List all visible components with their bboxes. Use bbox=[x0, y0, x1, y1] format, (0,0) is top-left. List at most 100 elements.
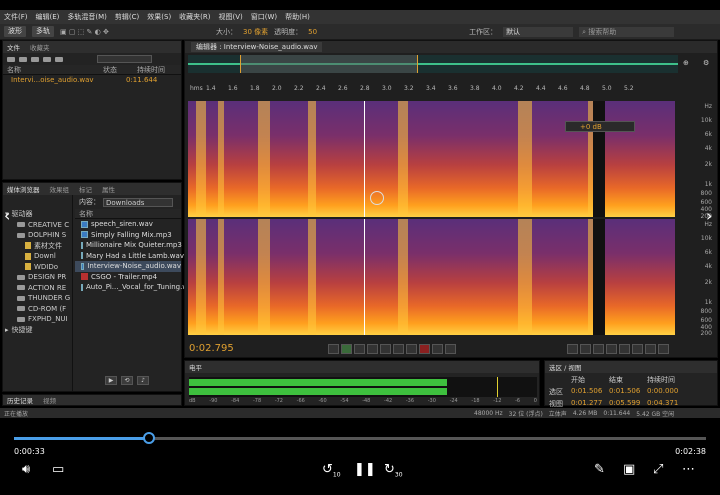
file-row[interactable]: Intervi...oise_audio.wav 0:11.644 bbox=[3, 75, 181, 86]
autoplay-icon[interactable]: ♪ bbox=[137, 376, 149, 385]
forward-end-button[interactable] bbox=[406, 344, 417, 354]
tab-properties[interactable]: 属性 bbox=[102, 184, 115, 194]
list-item-selected[interactable]: Interview-Noise_audio.wav bbox=[75, 261, 181, 272]
tree-item[interactable]: DOLPHIN S bbox=[3, 230, 72, 241]
overview-bar[interactable] bbox=[188, 55, 678, 73]
tree-drives[interactable]: ▾ 驱动器 bbox=[3, 209, 72, 220]
forward-icon[interactable]: ↻30 bbox=[384, 462, 403, 479]
spectral-display-right[interactable] bbox=[188, 219, 675, 335]
time-ruler[interactable]: hms 1.4 1.6 1.8 2.0 2.2 2.4 2.6 2.8 3.0 … bbox=[188, 85, 678, 95]
loop-button[interactable] bbox=[432, 344, 443, 354]
list-item[interactable]: CSGO - Trailer.mp4 bbox=[75, 272, 181, 283]
tab-files[interactable]: 文件 bbox=[7, 42, 20, 52]
chevron-left-icon[interactable]: ‹ bbox=[4, 206, 10, 225]
rewind-icon[interactable]: ↺10 bbox=[322, 462, 341, 479]
menu-file[interactable]: 文件(F) bbox=[4, 12, 28, 22]
spectral-display-left[interactable]: +0 dB bbox=[188, 101, 675, 217]
zoom-sel-icon[interactable] bbox=[632, 344, 643, 354]
play-preview-icon[interactable]: ▶ bbox=[105, 376, 117, 385]
menu-edit[interactable]: 编辑(E) bbox=[36, 12, 60, 22]
col-duration[interactable]: 持续时间 bbox=[137, 65, 165, 75]
zoom-out-icon[interactable] bbox=[606, 344, 617, 354]
tree-item[interactable]: 素材文件 bbox=[3, 241, 72, 252]
rewind-button[interactable] bbox=[380, 344, 391, 354]
col-status[interactable]: 状态 bbox=[103, 65, 131, 75]
list-item[interactable]: Simply Falling Mix.mp3 bbox=[75, 230, 181, 241]
zoom-out-amp-icon[interactable] bbox=[580, 344, 591, 354]
fullscreen-icon[interactable]: ⤢ bbox=[653, 462, 663, 477]
menu-clip[interactable]: 剪辑(C) bbox=[115, 12, 139, 22]
tree-item[interactable]: THUNDER G bbox=[3, 293, 72, 304]
settings-icon[interactable]: ⚙ bbox=[703, 59, 709, 67]
files-search-input[interactable] bbox=[97, 55, 152, 63]
zoom-in-right-icon[interactable] bbox=[658, 344, 669, 354]
tab-markers[interactable]: 标记 bbox=[79, 184, 92, 194]
gain-hud[interactable]: +0 dB bbox=[565, 121, 635, 132]
tab-history[interactable]: 历史记录 bbox=[7, 395, 33, 405]
name-col[interactable]: 名称 bbox=[79, 209, 93, 219]
size-value[interactable]: 30 像素 bbox=[243, 27, 268, 37]
list-item[interactable]: Mary Had a Little Lamb.wav bbox=[75, 251, 184, 262]
opacity-value[interactable]: 50 bbox=[308, 28, 317, 36]
tree-item[interactable]: Downl bbox=[3, 251, 72, 262]
waveform-button[interactable]: 波形 bbox=[4, 26, 26, 37]
seek-bar[interactable] bbox=[14, 432, 706, 444]
chevron-right-icon[interactable]: › bbox=[706, 206, 712, 225]
tree-item[interactable]: CD-ROM (F bbox=[3, 304, 72, 315]
pen-icon[interactable]: ✎ bbox=[594, 462, 605, 477]
selection-start[interactable]: 0:01.506 bbox=[571, 387, 609, 397]
search-help-input[interactable]: ⌕ 搜索帮助 bbox=[579, 26, 675, 37]
skip-button[interactable] bbox=[445, 344, 456, 354]
content-select[interactable]: Downloads bbox=[103, 197, 173, 207]
selection-end[interactable]: 0:01.506 bbox=[609, 387, 647, 397]
stop-button[interactable] bbox=[328, 344, 339, 354]
record-button[interactable] bbox=[419, 344, 430, 354]
play-icon[interactable] bbox=[55, 56, 63, 62]
editor-tab[interactable]: 编辑器 : Interview-Noise_audio.wav bbox=[191, 42, 323, 52]
more-icon[interactable]: ⋯ bbox=[682, 462, 695, 477]
new-file-icon[interactable] bbox=[31, 56, 39, 62]
list-item[interactable]: Auto_Pi..._Vocal_for_Tuning.wa bbox=[75, 282, 192, 293]
menu-effects[interactable]: 效果(S) bbox=[147, 12, 171, 22]
menu-view[interactable]: 视图(V) bbox=[219, 12, 243, 22]
import-icon[interactable] bbox=[19, 56, 27, 62]
selection-duration[interactable]: 0:00.000 bbox=[647, 387, 691, 397]
subtitles-icon[interactable]: ▭ bbox=[52, 462, 64, 477]
volume-icon[interactable]: 🔊︎ bbox=[22, 462, 30, 477]
tree-item[interactable]: DESIGN PR bbox=[3, 272, 72, 283]
tree-item[interactable]: FXPHD_NUI bbox=[3, 314, 72, 325]
multitrack-button[interactable]: 多轨 bbox=[32, 26, 54, 37]
pause-button[interactable] bbox=[354, 344, 365, 354]
list-item[interactable]: speech_siren.wav bbox=[75, 219, 181, 230]
miniplayer-icon[interactable]: ▣ bbox=[623, 462, 635, 477]
fast-forward-button[interactable] bbox=[393, 344, 404, 354]
col-name[interactable]: 名称 bbox=[7, 65, 97, 75]
tree-shortcuts[interactable]: ▸ 快捷键 bbox=[3, 325, 72, 336]
rewind-start-button[interactable] bbox=[367, 344, 378, 354]
menu-help[interactable]: 帮助(H) bbox=[285, 12, 310, 22]
menu-multitrack[interactable]: 多轨混音(M) bbox=[67, 12, 107, 22]
zoom-full-icon[interactable] bbox=[619, 344, 630, 354]
tab-effects-rack[interactable]: 效果组 bbox=[50, 184, 70, 194]
zoom-in-icon[interactable] bbox=[593, 344, 604, 354]
play-button[interactable] bbox=[341, 344, 352, 354]
tree-item[interactable]: ACTION RE bbox=[3, 283, 72, 294]
seek-handle[interactable] bbox=[142, 432, 155, 444]
tab-favorites[interactable]: 收藏夹 bbox=[30, 42, 50, 52]
list-item[interactable]: Millionaire Mix Quieter.mp3 bbox=[75, 240, 182, 251]
tree-item[interactable]: WDIDo bbox=[3, 262, 72, 273]
menu-window[interactable]: 窗口(W) bbox=[251, 12, 277, 22]
workspace-select[interactable]: 默认 bbox=[503, 26, 574, 37]
tab-video[interactable]: 视频 bbox=[43, 395, 56, 405]
tree-item[interactable]: CREATIVE C bbox=[3, 220, 72, 231]
delete-icon[interactable] bbox=[43, 56, 51, 62]
tab-selection-view[interactable]: 选区 / 视图 bbox=[549, 362, 581, 372]
zoom-in-left-icon[interactable] bbox=[645, 344, 656, 354]
zoom-icon[interactable]: ⊕ bbox=[683, 59, 689, 67]
pause-icon[interactable]: ❚❚ bbox=[354, 462, 376, 477]
loop-icon[interactable]: ⟲ bbox=[121, 376, 133, 385]
zoom-in-amp-icon[interactable] bbox=[567, 344, 578, 354]
tab-levels[interactable]: 电平 bbox=[189, 362, 202, 372]
menu-favorites[interactable]: 收藏夹(R) bbox=[179, 12, 210, 22]
tab-media-browser[interactable]: 媒体浏览器 bbox=[7, 184, 40, 194]
